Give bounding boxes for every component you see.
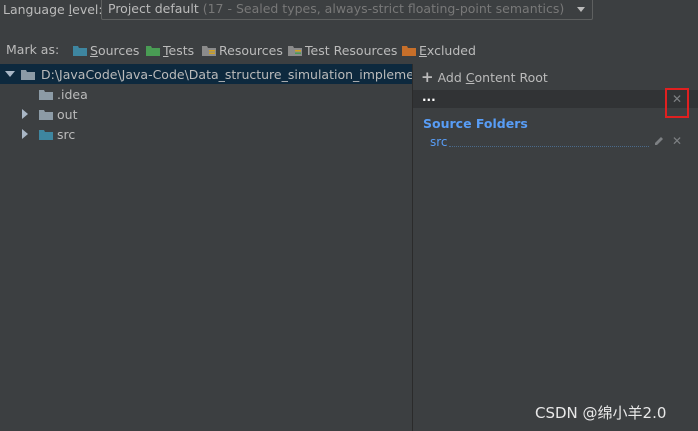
tree-item-idea[interactable]: .idea bbox=[0, 84, 412, 104]
sources-folder-icon bbox=[73, 45, 87, 56]
module-folder-tree: D:\JavaCode\Java-Code\Data_structure_sim… bbox=[0, 64, 412, 431]
highlight-annotation-box bbox=[665, 88, 689, 118]
mark-as-sources-button[interactable]: Sources bbox=[73, 41, 139, 59]
language-level-value: Project default bbox=[108, 1, 199, 16]
mark-as-excluded-button[interactable]: Excluded bbox=[402, 41, 476, 59]
chevron-down-icon[interactable] bbox=[5, 71, 15, 77]
chevron-right-icon[interactable] bbox=[22, 109, 28, 119]
resources-folder-icon bbox=[202, 45, 216, 56]
mark-as-label: Mark as: bbox=[6, 42, 60, 57]
close-icon[interactable]: ✕ bbox=[672, 135, 682, 147]
language-level-dropdown[interactable]: Project default (17 - Sealed types, alwa… bbox=[101, 0, 593, 20]
tree-item-src[interactable]: src bbox=[0, 124, 412, 144]
source-folder-entry[interactable]: src bbox=[430, 135, 448, 149]
tree-root-row[interactable]: D:\JavaCode\Java-Code\Data_structure_sim… bbox=[0, 64, 412, 84]
source-folder-leader-line bbox=[449, 146, 649, 147]
plus-icon: + bbox=[421, 68, 434, 86]
add-content-root-button[interactable]: + Add Content Root bbox=[421, 68, 548, 86]
tests-folder-icon bbox=[146, 45, 160, 56]
excluded-folder-icon bbox=[402, 45, 416, 56]
watermark: CSDN @绵小羊2.0 bbox=[535, 404, 667, 422]
tree-item-label: .idea bbox=[57, 86, 88, 102]
test-resources-folder-icon bbox=[288, 45, 302, 56]
tree-item-label: src bbox=[57, 126, 76, 142]
folder-icon bbox=[21, 69, 35, 80]
mark-as-resources-button[interactable]: Resources bbox=[202, 41, 283, 59]
project-structure-modules-pane: Language level: Project default (17 - Se… bbox=[0, 0, 698, 431]
content-root-label: ... bbox=[422, 90, 436, 104]
content-root-header[interactable]: ... ✕ bbox=[413, 90, 698, 108]
language-level-row: Language level: Project default (17 - Se… bbox=[0, 0, 698, 22]
tree-item-label: out bbox=[57, 106, 78, 122]
chevron-down-icon bbox=[577, 7, 585, 12]
tree-item-out[interactable]: out bbox=[0, 104, 412, 124]
mark-as-toolbar: Mark as: Sources Tests Resources Test Re… bbox=[0, 40, 698, 60]
source-folders-title: Source Folders bbox=[423, 116, 528, 131]
mark-as-tests-button[interactable]: Tests bbox=[146, 41, 194, 59]
pencil-icon[interactable] bbox=[653, 135, 665, 150]
content-roots-panel: + Add Content Root ... ✕ Source Folders … bbox=[413, 64, 698, 431]
chevron-right-icon[interactable] bbox=[22, 129, 28, 139]
folder-icon bbox=[39, 109, 53, 120]
tree-root-label: D:\JavaCode\Java-Code\Data_structure_sim… bbox=[41, 66, 412, 82]
sources-folder-icon bbox=[39, 129, 53, 140]
mark-as-test-resources-button[interactable]: Test Resources bbox=[288, 41, 397, 59]
language-level-label: Language level: bbox=[3, 2, 103, 17]
folder-icon bbox=[39, 89, 53, 100]
language-level-hint: (17 - Sealed types, always-strict floati… bbox=[198, 1, 565, 16]
